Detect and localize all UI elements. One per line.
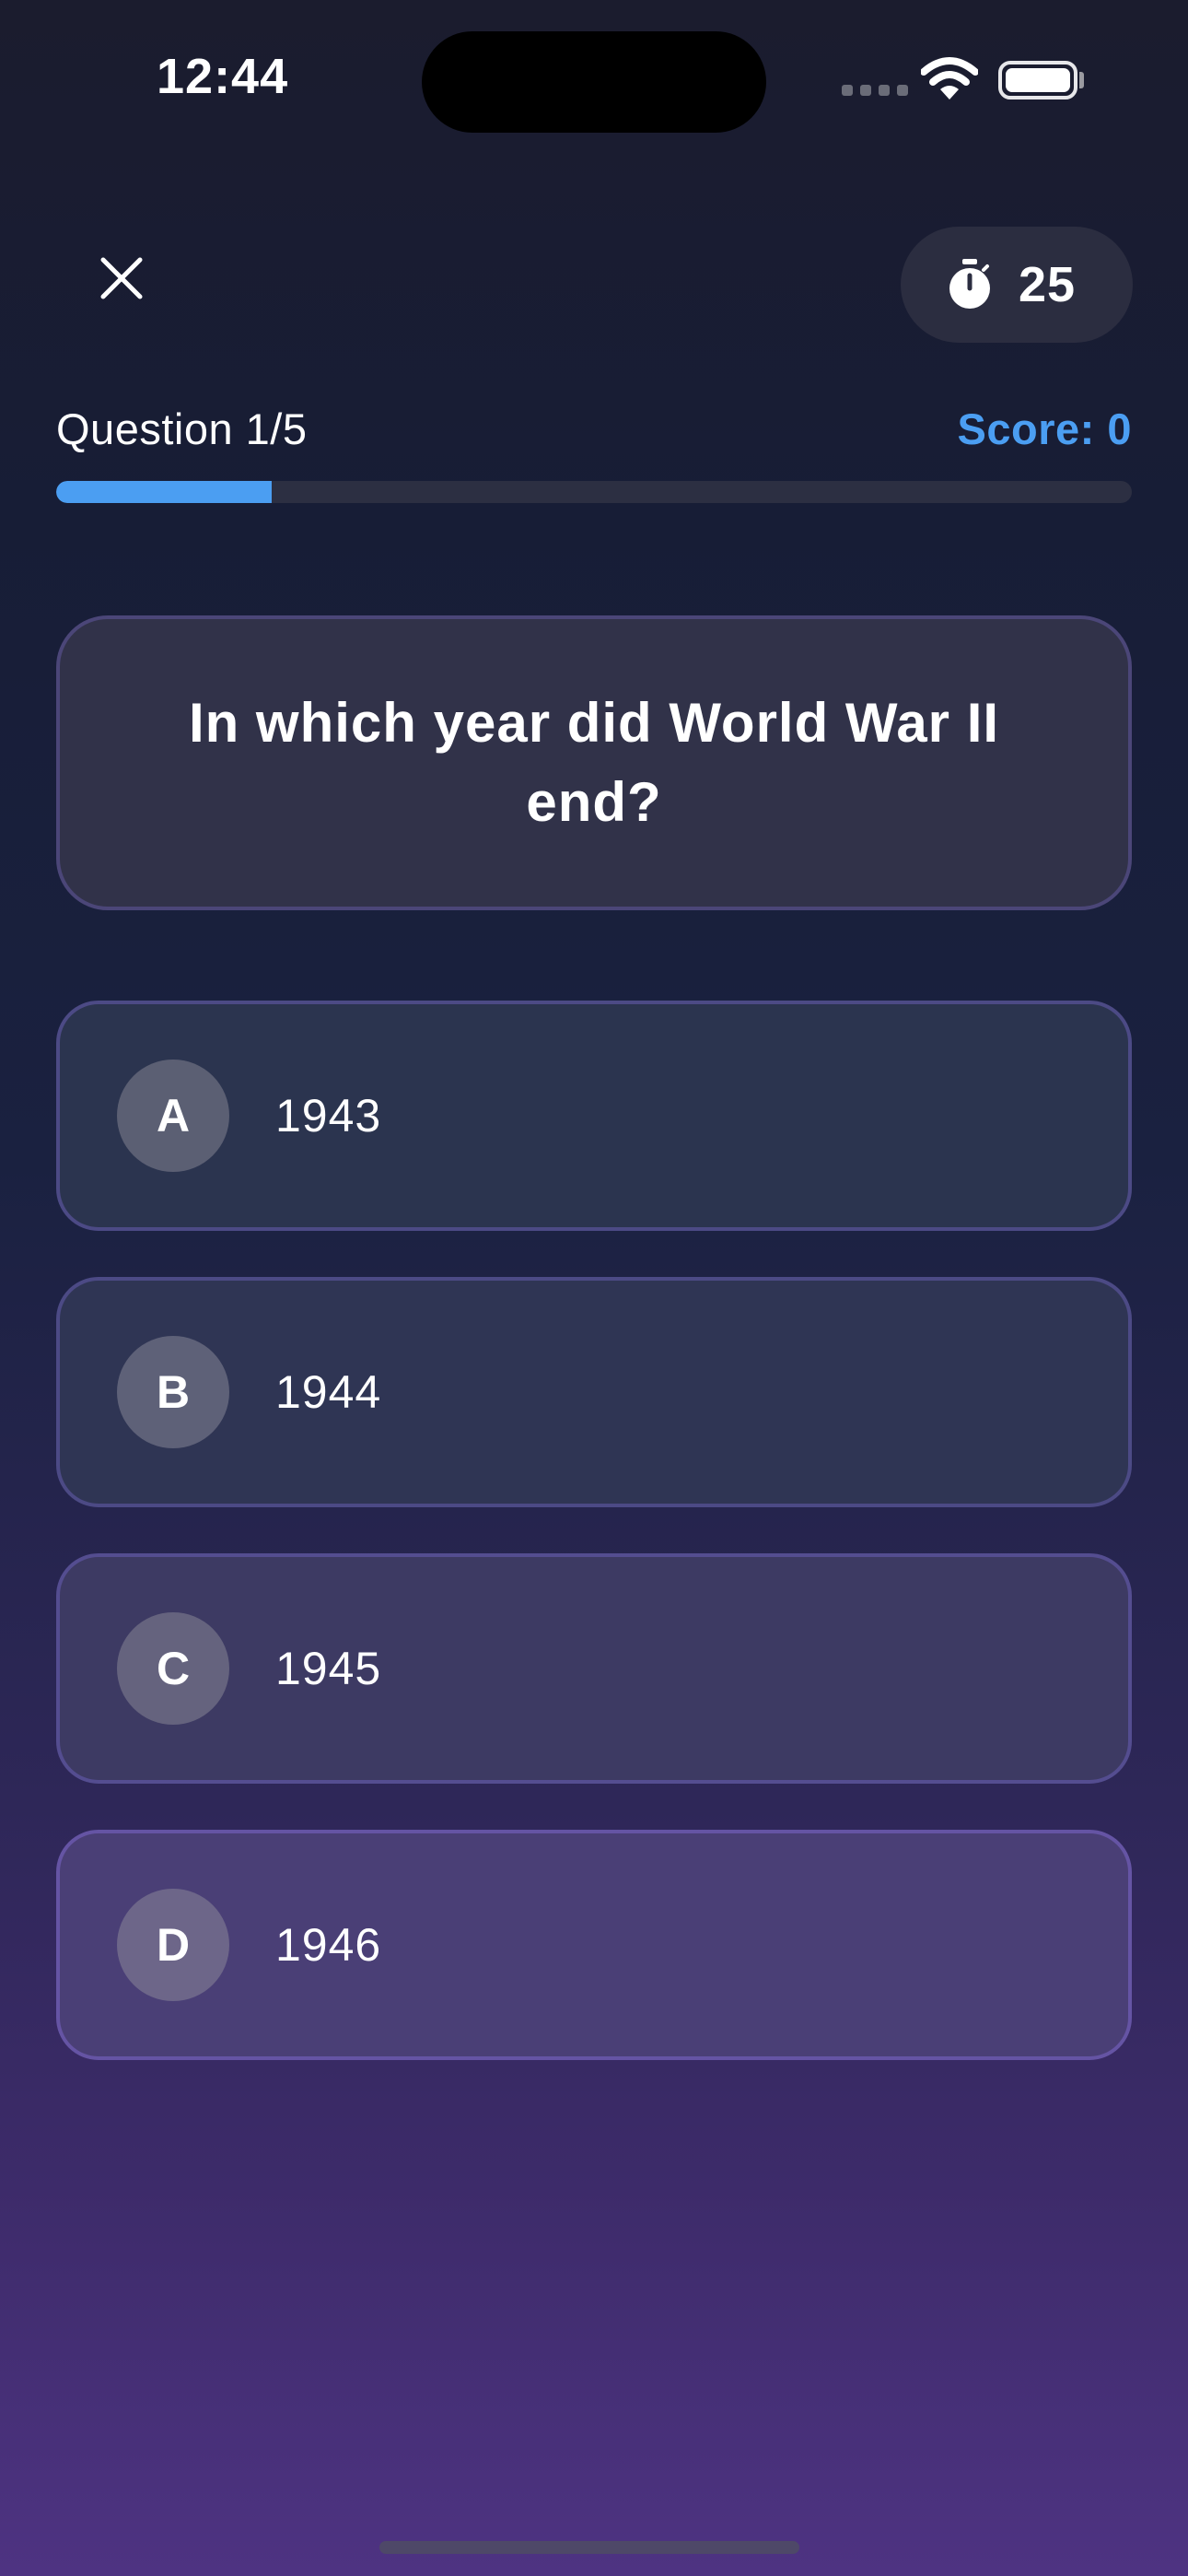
option-letter-badge: C: [117, 1612, 229, 1725]
timer-value: 25: [1019, 257, 1077, 312]
stopwatch-icon: [949, 259, 990, 309]
option-text: 1943: [275, 1090, 382, 1142]
close-icon: [100, 257, 143, 299]
progress-bar: [56, 481, 1132, 503]
quiz-screen: 12:44 25 Question 1/5 Score: 0 In which …: [0, 0, 1188, 2576]
option-letter-badge: B: [117, 1336, 229, 1448]
wifi-icon: [920, 57, 979, 106]
answer-option-c[interactable]: C 1945: [56, 1553, 1132, 1784]
question-text: In which year did World War II end?: [188, 692, 1000, 833]
progress-bar-fill: [56, 481, 272, 503]
answer-option-b[interactable]: B 1944: [56, 1277, 1132, 1507]
option-text: 1944: [275, 1366, 382, 1418]
answer-option-a[interactable]: A 1943: [56, 1001, 1132, 1231]
option-letter-badge: A: [117, 1060, 229, 1172]
option-text: 1946: [275, 1919, 382, 1971]
status-time: 12:44: [157, 49, 289, 104]
cellular-signal-icon: [842, 85, 908, 96]
timer-badge: 25: [901, 227, 1133, 343]
battery-tip: [1079, 72, 1084, 88]
question-counter: Question 1/5: [56, 404, 308, 453]
battery-icon: [998, 61, 1077, 100]
close-button[interactable]: [85, 241, 158, 315]
home-indicator: [379, 2541, 799, 2554]
option-text: 1945: [275, 1643, 382, 1694]
score-label: Score: 0: [957, 404, 1132, 453]
option-letter-badge: D: [117, 1889, 229, 2001]
answer-option-d[interactable]: D 1946: [56, 1830, 1132, 2060]
dynamic-island: [422, 31, 766, 133]
question-card: In which year did World War II end?: [56, 615, 1132, 910]
